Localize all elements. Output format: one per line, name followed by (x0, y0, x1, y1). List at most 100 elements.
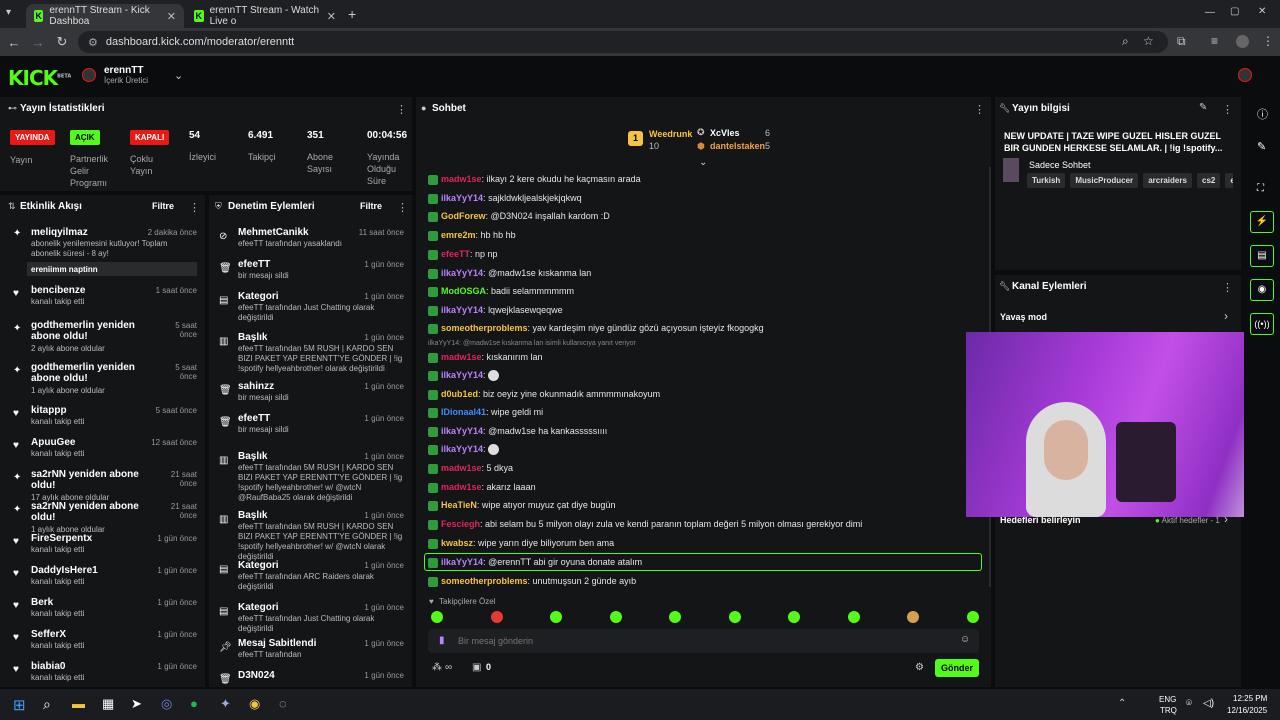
clock-time[interactable]: 12:25 PM (1233, 694, 1267, 703)
obs-icon[interactable]: ◌ (279, 696, 287, 711)
modlog-item[interactable]: ▤ Kategori 1 gün önce efeeTT tarafından Jus… (209, 291, 412, 322)
chat-message[interactable]: IDionaal41: wipe geldi mi (428, 407, 543, 418)
store-icon[interactable]: ▦ (102, 696, 114, 712)
tag-pill[interactable]: cs2 (1197, 173, 1221, 188)
user-avatar[interactable] (1238, 68, 1252, 82)
channel-name[interactable]: erennTT (104, 65, 143, 76)
zoom-icon[interactable]: ⌕ (1122, 34, 1129, 49)
modlog-item[interactable]: ▥ Başlık 1 gün önce efeeTT tarafından 5M RU… (209, 510, 412, 561)
kick-logo[interactable]: KICKBETA (8, 66, 71, 90)
modlog-title[interactable]: efeeTT (238, 413, 270, 424)
filter-button[interactable]: Filtre (152, 201, 174, 211)
activity-user[interactable]: Berk (31, 597, 141, 608)
chat-username[interactable]: ilkaYyY14 (441, 370, 483, 380)
chat-message[interactable]: ilkaYyY14: (428, 444, 500, 456)
tab-dashboard[interactable]: K erennTT Stream - Kick Dashboa ✕ (26, 4, 184, 28)
chat-message[interactable]: HeaTieN: wipe atıyor muyuz çat diye bugü… (428, 500, 615, 511)
more-icon[interactable]: ⋮ (397, 201, 408, 214)
chat-message[interactable]: Fesciegh: abi selam bu 5 milyon olayı zu… (428, 519, 862, 530)
leaderboard-user[interactable]: XcVles (710, 128, 740, 138)
tray-chevron-icon[interactable]: ⌃ (1118, 698, 1126, 709)
chat-username[interactable]: ModOSGA (441, 286, 486, 296)
modlog-item[interactable]: ▥ Başlık 1 gün önce efeeTT tarafından 5M RU… (209, 451, 412, 502)
chat-message[interactable]: madw1se: 5 dkya (428, 463, 513, 474)
tag-pill[interactable]: arcraiders (1143, 173, 1192, 188)
chat-username[interactable]: GodForew (441, 211, 486, 221)
minimize-icon[interactable]: — (1205, 7, 1215, 18)
edit-icon[interactable]: ✎ (1257, 140, 1266, 153)
spotify-icon[interactable]: ● (190, 696, 198, 711)
more-icon[interactable]: ⋮ (974, 103, 985, 116)
expand-leaderboard-icon[interactable]: ⌄ (699, 157, 707, 168)
more-icon[interactable]: ⋮ (189, 201, 200, 214)
volume-icon[interactable]: ◁) (1203, 698, 1214, 709)
modlog-title[interactable]: Başlık (238, 332, 267, 343)
modlog-item[interactable]: 🗑︎ efeeTT 1 gün önce bir mesajı sildi (209, 413, 412, 443)
activity-user[interactable]: kitappp (31, 405, 141, 416)
keyboard-layout[interactable]: TRQ (1160, 706, 1177, 715)
new-tab-icon[interactable]: + (348, 6, 356, 22)
chat-message[interactable]: ilkaYyY14: @madw1se kıskanma lan (428, 268, 591, 279)
tab-watch-live[interactable]: K erennTT Stream - Watch Live o ✕ (186, 4, 344, 28)
site-info-icon[interactable]: ⚙ (88, 36, 98, 49)
modlog-title[interactable]: Kategori (238, 291, 279, 302)
emote-icon[interactable] (729, 611, 741, 623)
chat-message[interactable]: GodForew: @D3N024 inşallah kardom :D (428, 211, 610, 222)
clock-date[interactable]: 12/16/2025 (1227, 706, 1267, 715)
app-icon[interactable]: ✦ (220, 696, 231, 712)
mic-icon[interactable]: ▮ (439, 635, 445, 646)
emote-icon[interactable] (848, 611, 860, 623)
chat-message[interactable]: ilkaYyY14: @madw1se ha kankasssssıııı (428, 426, 607, 437)
close-icon[interactable]: ✕ (327, 10, 336, 23)
extensions-icon[interactable]: ⧉ (1177, 34, 1186, 49)
activity-user[interactable]: sa2rNN yeniden abone oldu! (31, 501, 149, 523)
modlog-title[interactable]: Kategori (238, 602, 279, 613)
activity-user[interactable]: meliqyilmaz (31, 227, 141, 238)
activity-item[interactable]: ♥ SefferX 1 gün önce kanalı takip etti (0, 629, 205, 659)
chat-message[interactable]: someotherproblems: unutmuşsun 2 günde ay… (428, 576, 636, 587)
modlog-item[interactable]: 📌︎ Mesaj Sabitlendi 1 gün önce efeeTT taraf… (209, 638, 412, 668)
gift-icon[interactable]: ▣ (472, 662, 481, 673)
modlog-title[interactable]: D3N024 (238, 670, 275, 681)
emote-icon[interactable] (907, 611, 919, 623)
chat-message[interactable]: ModOSGA: badii selammmmmm (428, 286, 574, 297)
document-icon[interactable]: ▤ (1250, 245, 1274, 267)
modlog-title[interactable]: efeeTT (238, 259, 270, 270)
chat-username[interactable]: ilkaYyY14 (441, 305, 483, 315)
chat-message[interactable]: d0ub1ed: biz oeyiz yine okunmadık ammmmı… (428, 389, 660, 400)
more-icon[interactable]: ⋮ (396, 103, 407, 116)
close-icon[interactable]: ✕ (167, 10, 176, 23)
chat-username[interactable]: d0ub1ed (441, 389, 478, 399)
leaderboard-user[interactable]: dantelstaken (710, 141, 765, 151)
chat-message[interactable]: ilkaYyY14: lqwejklasewqeqwe (428, 305, 563, 316)
network-icon[interactable]: ⌾ (1186, 698, 1192, 709)
emote-icon[interactable] (669, 611, 681, 623)
activity-item[interactable]: ♥ Berk 1 gün önce kanalı takip etti (0, 597, 205, 627)
more-icon[interactable]: ⋮ (1222, 281, 1233, 294)
menu-icon[interactable]: ⋮ (1262, 34, 1274, 48)
chat-username[interactable]: kwabsz (441, 538, 473, 548)
maximize-icon[interactable]: ▢ (1230, 6, 1239, 17)
edit-pencil-icon[interactable]: ✎ (1199, 102, 1207, 113)
activity-item[interactable]: ✦ meliqyilmaz 2 dakika önce abonelik yenile… (0, 227, 205, 276)
url-field[interactable]: ⚙ dashboard.kick.com/moderator/erenntt (78, 31, 1168, 53)
chevron-right-icon[interactable]: › (1224, 309, 1228, 323)
chat-username[interactable]: emre2m (441, 230, 476, 240)
discord-icon[interactable]: ◎ (161, 696, 172, 712)
modlog-title[interactable]: Başlık (238, 451, 267, 462)
activity-user[interactable]: ApuuGee (31, 437, 141, 448)
modlog-item[interactable]: 🗑︎ sahinzz 1 gün önce bir mesajı sildi (209, 381, 412, 411)
broadcast-icon[interactable]: ((•)) (1250, 313, 1274, 335)
chat-message[interactable]: madw1se: kıskanırım lan (428, 352, 543, 363)
emote-icon[interactable] (967, 611, 979, 623)
activity-item[interactable]: ♥ FireSerpentx 1 gün önce kanalı takip etti (0, 533, 205, 563)
modlog-title[interactable]: Başlık (238, 510, 267, 521)
focus-icon[interactable]: ⛶ (1257, 183, 1264, 194)
emote-icon[interactable] (610, 611, 622, 623)
emoji-icon[interactable]: ☺ (960, 634, 970, 645)
activity-item[interactable]: ♥ DaddyIsHere1 1 gün önce kanalı takip etti (0, 565, 205, 595)
chrome-icon[interactable]: ◉ (249, 696, 260, 712)
activity-item[interactable]: ✦ sa2rNN yeniden abone oldu! 21 saat önce 1… (0, 501, 205, 534)
reload-icon[interactable]: ↻ (50, 34, 74, 50)
close-window-icon[interactable]: ✕ (1258, 6, 1266, 17)
